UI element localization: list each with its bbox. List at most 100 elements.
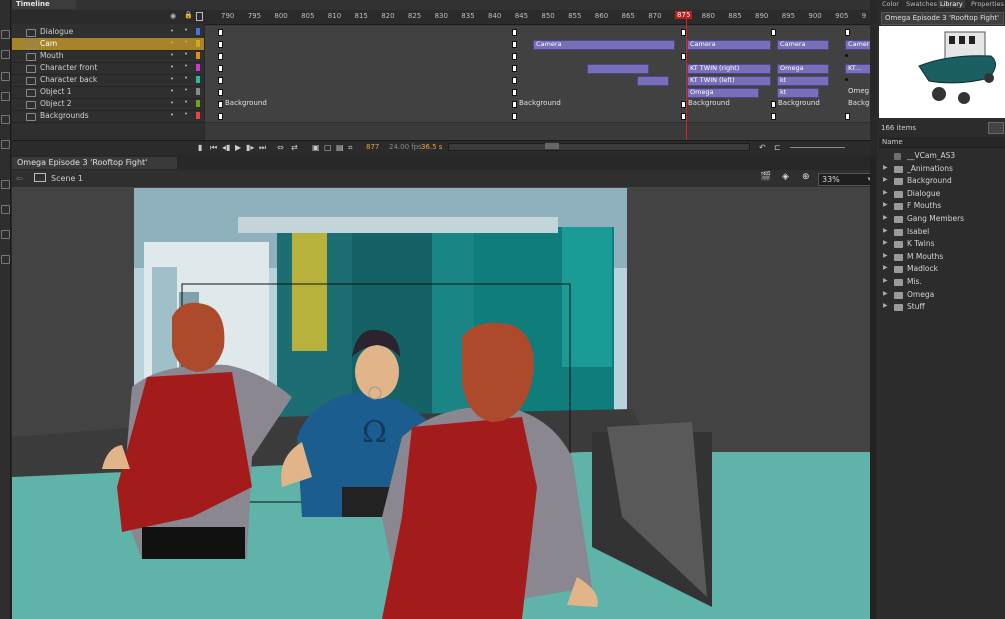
keyframe[interactable] [845, 29, 850, 36]
camera-tween[interactable]: Camera [687, 40, 771, 50]
omega-tween[interactable]: Omega [687, 88, 759, 98]
visibility-dot[interactable]: • [170, 63, 174, 71]
layer-color-swatch[interactable] [196, 100, 200, 107]
camera-tween[interactable]: Camera [777, 40, 829, 50]
scene-name[interactable]: Scene 1 [51, 174, 83, 183]
fps-value[interactable]: 24.00 fps [389, 143, 422, 151]
pencil-tool-icon[interactable] [1, 230, 10, 239]
step-back-icon[interactable]: ◂▮ [222, 143, 230, 152]
keyframe[interactable] [845, 78, 848, 81]
visibility-dot[interactable]: • [170, 27, 174, 35]
library-item[interactable]: ▶ F Mouths [880, 200, 1005, 212]
library-item[interactable]: ▶ Dialogue [880, 188, 1005, 200]
keyframe[interactable] [218, 41, 223, 48]
visibility-dot[interactable]: • [170, 51, 174, 59]
library-item[interactable]: ▶ Background [880, 175, 1005, 187]
timeline-scroll-thumb[interactable] [545, 143, 559, 149]
edit-scene-icon[interactable]: 🎬 [760, 172, 771, 182]
layer-name[interactable]: Backgrounds [40, 111, 89, 120]
tab-properties[interactable]: Properties [971, 0, 1004, 8]
zoom-select[interactable]: 33% ▾ [818, 173, 875, 186]
modify-markers-icon[interactable]: ⌗ [348, 143, 353, 153]
onion-outline-icon[interactable]: ▢ [324, 143, 332, 152]
keyframe[interactable] [218, 53, 223, 60]
keyframe[interactable] [218, 65, 223, 72]
current-frame[interactable]: 877 [366, 143, 379, 151]
loop-playback-icon[interactable]: ⇄ [291, 143, 298, 152]
keyframe[interactable] [218, 29, 223, 36]
lock-dot[interactable]: • [184, 26, 188, 34]
expand-arrow-icon[interactable]: ▶ [883, 189, 888, 196]
lock-dot[interactable]: • [184, 38, 188, 46]
stage-vertical-scrollbar[interactable] [870, 157, 876, 619]
brush-tool-icon[interactable] [1, 255, 10, 264]
library-item[interactable]: ▶ Madlock [880, 263, 1005, 275]
lock-dot[interactable]: • [184, 98, 188, 106]
keyframe[interactable] [218, 89, 223, 96]
eye-icon[interactable]: ◉ [170, 12, 176, 20]
tab-library[interactable]: Library [938, 0, 965, 8]
edit-symbol-icon[interactable]: ◈ [782, 172, 789, 182]
layer-color-swatch[interactable] [196, 52, 200, 59]
selection-tool-icon[interactable] [1, 30, 10, 39]
time-value[interactable]: 36.5 s [421, 143, 442, 151]
keyframe[interactable] [512, 53, 517, 60]
library-item[interactable]: ▶ K Twins [880, 238, 1005, 250]
layer-color-swatch[interactable] [196, 40, 200, 47]
layer-color-swatch[interactable] [196, 28, 200, 35]
playhead-frame-label[interactable]: 875 [675, 11, 693, 19]
center-frame-icon[interactable]: ⇔ [277, 143, 284, 152]
frame-row-backgrounds[interactable] [205, 110, 870, 123]
lock-dot[interactable]: • [184, 86, 188, 94]
visibility-dot[interactable]: • [170, 75, 174, 83]
library-item[interactable]: ▶ _Animations [880, 163, 1005, 175]
stage-artwork[interactable]: Ω [12, 187, 870, 619]
expand-arrow-icon[interactable]: ▶ [883, 214, 888, 221]
search-icon[interactable] [988, 122, 1004, 134]
loop-icon[interactable]: ▮ [198, 143, 202, 152]
visibility-dot[interactable]: • [170, 111, 174, 119]
keyframe[interactable] [845, 113, 850, 120]
fit-icon[interactable]: ⊏ [774, 143, 781, 152]
visibility-dot[interactable]: • [170, 99, 174, 107]
layer-name[interactable]: Mouth [40, 51, 64, 60]
keyframe[interactable] [771, 113, 776, 120]
outline-icon[interactable] [196, 12, 203, 21]
library-item[interactable]: __VCam_AS3 [880, 150, 1005, 162]
tween[interactable] [587, 64, 649, 74]
camera-tween[interactable]: Camera [845, 40, 870, 50]
layer-color-swatch[interactable] [196, 64, 200, 71]
timeline-scrollbar[interactable] [448, 143, 750, 151]
keyframe[interactable] [218, 113, 223, 120]
kt-left-tween[interactable]: KT TWIN (left) [687, 76, 771, 86]
lock-icon[interactable]: 🔒 [184, 11, 193, 19]
keyframe[interactable] [512, 101, 517, 108]
lock-dot[interactable]: • [184, 74, 188, 82]
expand-arrow-icon[interactable]: ▶ [883, 277, 888, 284]
visibility-dot[interactable]: • [170, 87, 174, 95]
tab-color[interactable]: Color [882, 0, 899, 8]
layer-name[interactable]: Character front [40, 63, 97, 72]
expand-arrow-icon[interactable]: ▶ [883, 201, 888, 208]
library-item[interactable]: ▶ Mis. [880, 276, 1005, 288]
library-item[interactable]: ▶ Omega [880, 289, 1005, 301]
keyframe[interactable] [845, 54, 848, 57]
visibility-dot[interactable]: • [170, 39, 174, 47]
frame-ruler[interactable]: 790 795 800 805 810 815 820 825 830 835 840 845 850 8… [205, 10, 870, 25]
undo-icon[interactable]: ↶ [759, 143, 766, 152]
kt-tween[interactable]: kt [777, 76, 829, 86]
layer-name[interactable]: Cam [40, 39, 57, 48]
expand-arrow-icon[interactable]: ▶ [883, 239, 888, 246]
timeline-zoom-slider[interactable] [790, 147, 845, 148]
pen-tool-icon[interactable] [1, 115, 10, 124]
play-icon[interactable]: ▶ [235, 143, 241, 152]
kt-tween[interactable]: kt [777, 88, 819, 98]
kt-tween[interactable]: KT... [845, 64, 870, 74]
transform-tool-icon[interactable] [1, 72, 10, 81]
library-name-header[interactable]: Name [879, 137, 1005, 148]
layer-color-swatch[interactable] [196, 88, 200, 95]
timeline-tab[interactable]: Timeline [12, 0, 76, 9]
text-tool-icon[interactable] [1, 140, 10, 149]
expand-arrow-icon[interactable]: ▶ [883, 302, 888, 309]
keyframe[interactable] [771, 101, 776, 108]
